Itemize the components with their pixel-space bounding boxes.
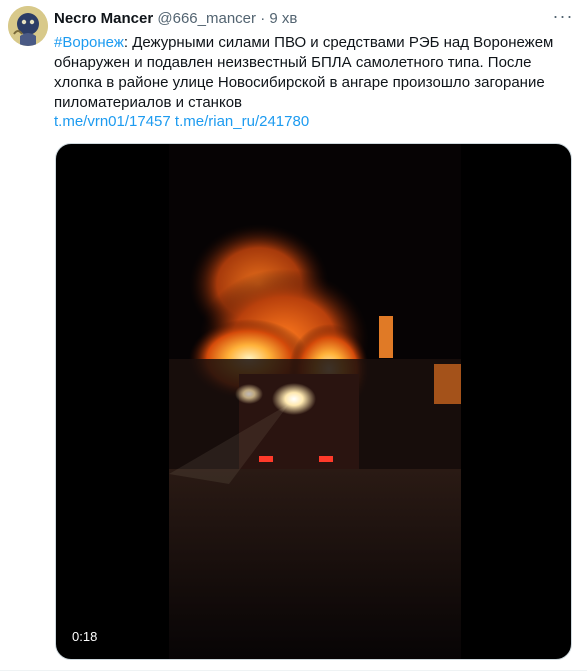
video-thumbnail	[169, 144, 461, 659]
author-name[interactable]: Necro Mancer	[54, 10, 153, 27]
link-rian[interactable]: t.me/rian_ru/241780	[175, 113, 309, 130]
link-vrn01[interactable]: t.me/vrn01/17457	[54, 113, 171, 130]
video-frame	[169, 144, 461, 659]
author-handle[interactable]: @666_mancer	[157, 10, 256, 27]
avatar[interactable]	[8, 6, 48, 46]
timestamp[interactable]: 9 хв	[269, 10, 297, 27]
hashtag-link[interactable]: #Воронеж	[54, 34, 124, 51]
avatar-image	[8, 6, 48, 46]
tweet-text: #Воронеж: Дежурными силами ПВО и средств…	[54, 33, 574, 113]
tweet-header: Necro Mancer @666_mancer · 9 хв	[54, 9, 297, 29]
video-duration: 0:18	[66, 628, 104, 646]
video-player[interactable]: 0:18	[55, 143, 572, 660]
tweet-body: : Дежурными силами ПВО и средствами РЭБ …	[54, 34, 554, 111]
separator: ·	[260, 10, 266, 27]
more-options-icon[interactable]: ···	[551, 7, 575, 29]
tweet: Necro Mancer @666_mancer · 9 хв ··· #Вор…	[0, 0, 587, 671]
tweet-links: t.me/vrn01/17457 t.me/rian_ru/241780	[54, 112, 309, 132]
